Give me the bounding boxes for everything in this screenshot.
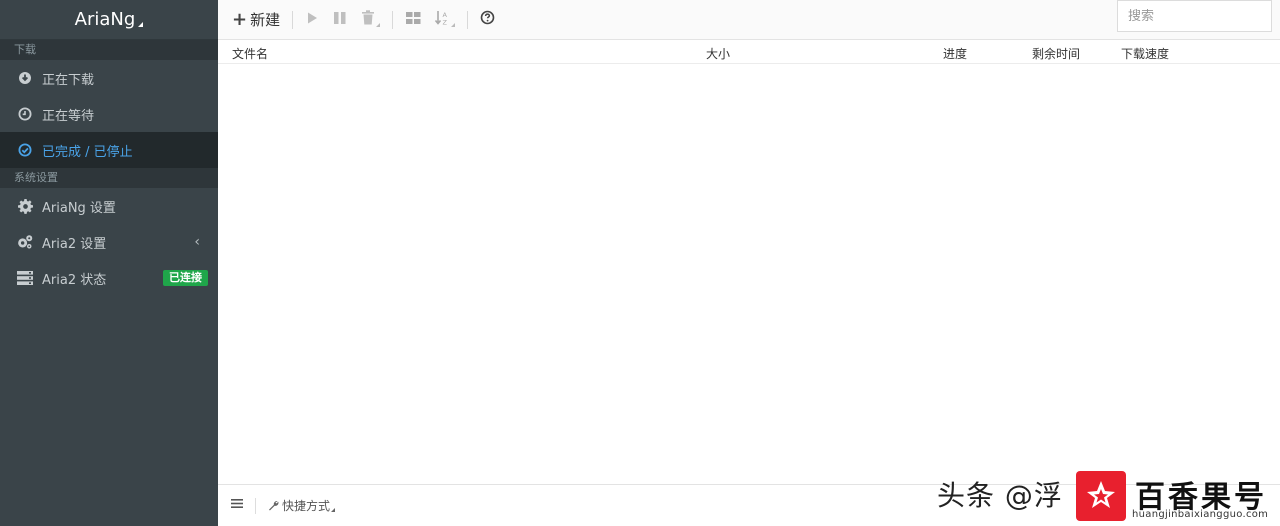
- grid-icon: [405, 11, 422, 29]
- toolbar-divider: [392, 10, 394, 29]
- section-header-settings: 系统设置: [0, 168, 218, 188]
- question-circle-icon: [480, 10, 495, 29]
- svg-text:Z: Z: [443, 18, 448, 26]
- watermark-url: huangjinbaixiangguo.com: [1132, 509, 1269, 520]
- gear-icon: [17, 198, 33, 214]
- search-input[interactable]: [1118, 8, 1280, 24]
- new-task-label: 新建: [250, 11, 281, 29]
- delete-button[interactable]: [355, 0, 386, 40]
- brand-title: AriaNg: [74, 9, 136, 30]
- shortcut-label: 快捷方式: [282, 499, 331, 513]
- sidebar-item-downloading[interactable]: 正在下载: [0, 60, 218, 96]
- sidebar: AriaNg 下载 正在下载 正在等待 已完成 / 已停止 系统设置 AriaN…: [0, 0, 218, 526]
- toolbar: + 新建 AZ: [218, 0, 1280, 40]
- brand-logo[interactable]: AriaNg: [0, 0, 218, 40]
- display-mode-button[interactable]: [399, 0, 428, 40]
- column-header-size[interactable]: 大小: [706, 45, 730, 62]
- pause-button[interactable]: [325, 0, 355, 40]
- sidebar-item-label: Aria2 设置: [42, 236, 107, 252]
- server-icon: [17, 270, 33, 286]
- caret-icon: [331, 507, 336, 512]
- sort-button[interactable]: AZ: [428, 0, 461, 40]
- help-button[interactable]: [474, 0, 501, 40]
- start-button[interactable]: [299, 0, 325, 40]
- sidebar-item-waiting[interactable]: 正在等待: [0, 96, 218, 132]
- watermark-logo-icon: [1076, 471, 1126, 521]
- new-task-button[interactable]: + 新建: [226, 0, 286, 40]
- column-header-remaining-time[interactable]: 剩余时间: [1032, 45, 1080, 62]
- play-icon: [305, 11, 319, 29]
- pause-icon: [331, 11, 349, 29]
- watermark-text: 头条 @浮: [937, 479, 1063, 512]
- clock-icon: [17, 106, 33, 122]
- column-header-filename[interactable]: 文件名: [232, 45, 268, 62]
- caret-icon: [376, 22, 381, 27]
- gears-icon: [17, 234, 33, 250]
- trash-icon: [361, 10, 375, 29]
- toolbar-divider: [292, 10, 294, 29]
- sidebar-item-aria2-status[interactable]: Aria2 状态 已连接: [0, 260, 218, 296]
- sidebar-item-label: AriaNg 设置: [42, 200, 116, 216]
- footer-divider: [255, 497, 256, 514]
- download-circle-icon: [17, 70, 33, 86]
- sort-alpha-icon: AZ: [434, 10, 450, 30]
- sidebar-item-ariang-settings[interactable]: AriaNg 设置: [0, 188, 218, 224]
- shortcut-menu-button[interactable]: 快捷方式: [268, 497, 336, 514]
- brand-caret-icon: [138, 22, 144, 27]
- sidebar-item-label: Aria2 状态: [42, 272, 107, 288]
- search-box: [1117, 0, 1280, 32]
- toolbar-divider: [467, 10, 469, 29]
- sidebar-item-stopped[interactable]: 已完成 / 已停止: [0, 132, 218, 168]
- sidebar-item-label: 正在等待: [42, 108, 95, 124]
- menu-icon[interactable]: [231, 498, 243, 513]
- status-badge: 已连接: [163, 270, 208, 286]
- sidebar-item-label: 已完成 / 已停止: [42, 144, 133, 160]
- plus-icon: +: [232, 9, 248, 30]
- check-circle-icon: [17, 142, 33, 158]
- column-header-progress[interactable]: 进度: [943, 45, 967, 62]
- section-header-download: 下载: [0, 40, 218, 60]
- caret-icon: [451, 22, 456, 27]
- sidebar-item-label: 正在下载: [42, 72, 95, 88]
- chevron-left-icon[interactable]: ‹: [194, 234, 200, 250]
- task-table-header: 文件名 大小 进度 剩余时间 下载速度: [218, 40, 1280, 64]
- wrench-icon: [268, 500, 279, 511]
- sidebar-item-aria2-settings[interactable]: Aria2 设置 ‹: [0, 224, 218, 260]
- column-header-download-speed[interactable]: 下载速度: [1121, 45, 1169, 62]
